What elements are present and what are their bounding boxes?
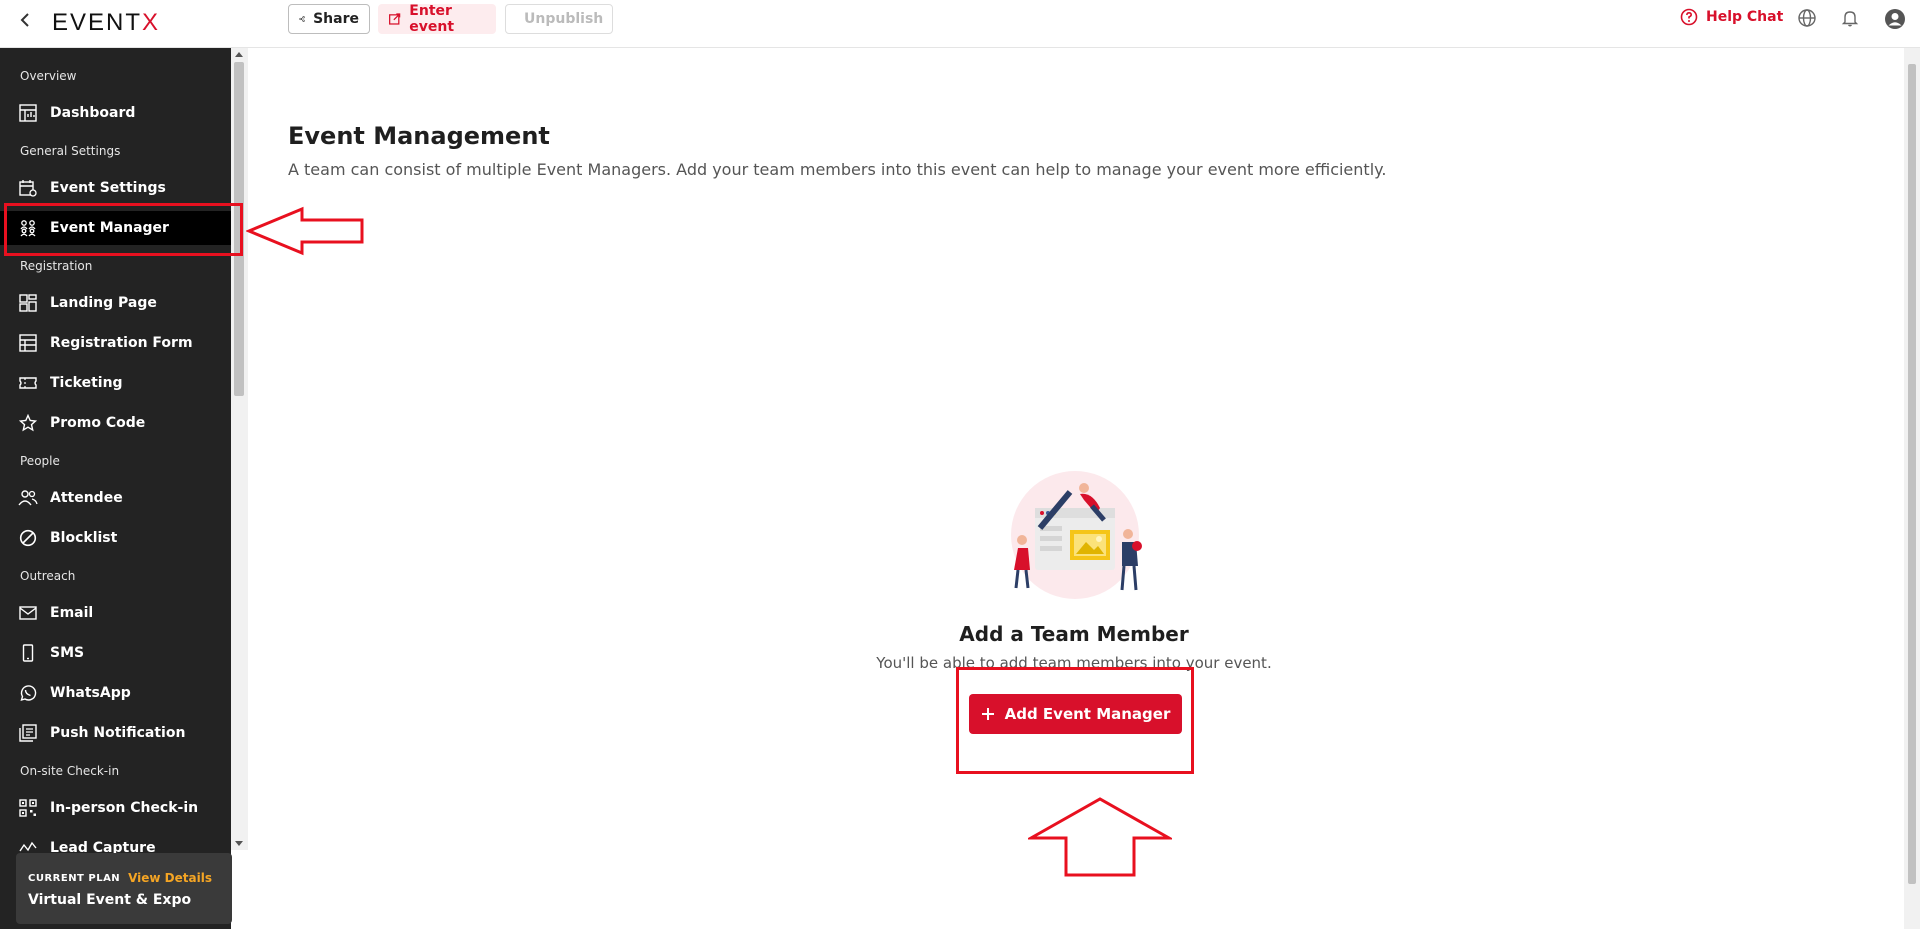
- sidebar-item-ticketing[interactable]: Ticketing: [0, 366, 231, 400]
- left-arrow-annotation: [246, 206, 364, 256]
- sidebar-scrollbar[interactable]: [231, 48, 248, 850]
- sidebar-item-event-settings[interactable]: Event Settings: [0, 171, 231, 205]
- highlight-box-add-button: [956, 667, 1194, 774]
- up-arrow-annotation: [1028, 797, 1172, 877]
- sidebar-item-blocklist[interactable]: Blocklist: [0, 521, 231, 555]
- sidebar-item-label: Registration Form: [50, 335, 193, 351]
- section-registration: Registration: [20, 259, 93, 273]
- push-notification-icon: [18, 723, 38, 743]
- bell-icon[interactable]: [1839, 8, 1861, 30]
- user-avatar-icon[interactable]: [1884, 8, 1906, 30]
- qr-code-icon: [18, 798, 38, 818]
- section-people: People: [20, 454, 60, 468]
- help-chat-button[interactable]: Help Chat: [1680, 8, 1783, 26]
- sidebar-item-label: In-person Check-in: [50, 800, 199, 816]
- team-illustration: [1000, 470, 1150, 600]
- star-icon: [18, 413, 38, 433]
- section-onsite-checkin: On-site Check-in: [20, 764, 120, 778]
- unpublish-label: Unpublish: [524, 11, 604, 27]
- external-link-icon: [389, 13, 401, 25]
- sidebar-item-email[interactable]: Email: [0, 596, 231, 630]
- enter-event-button[interactable]: Enter event: [378, 3, 496, 35]
- sidebar-item-label: Ticketing: [50, 375, 123, 391]
- whatsapp-icon: [18, 683, 38, 703]
- current-plan-card: CURRENT PLAN View Details Virtual Event …: [16, 853, 232, 924]
- sidebar-item-label: Attendee: [50, 490, 123, 506]
- empty-state-title: Add a Team Member: [959, 622, 1189, 646]
- sidebar-item-label: Landing Page: [50, 295, 157, 311]
- page-description: A team can consist of multiple Event Man…: [288, 160, 1387, 179]
- current-plan-label: CURRENT PLAN: [28, 873, 121, 884]
- phone-icon: [18, 643, 38, 663]
- main-scroll-thumb[interactable]: [1908, 64, 1916, 884]
- sidebar-item-whatsapp[interactable]: WhatsApp: [0, 676, 231, 710]
- sidebar-item-label: WhatsApp: [50, 685, 131, 701]
- sidebar-item-label: Dashboard: [50, 105, 136, 121]
- eventx-logo[interactable]: EVENTX: [52, 9, 160, 37]
- sidebar-item-label: SMS: [50, 645, 85, 661]
- sidebar-item-inperson-checkin[interactable]: In-person Check-in: [0, 791, 231, 825]
- top-bar: EVENTX Share Enter event Unpublish Help …: [0, 0, 1920, 48]
- enter-event-label: Enter event: [409, 3, 455, 35]
- sidebar-item-label: Event Settings: [50, 180, 166, 196]
- page-title: Event Management: [288, 122, 550, 150]
- scroll-down-arrow[interactable]: [235, 841, 243, 846]
- section-outreach: Outreach: [20, 569, 76, 583]
- table-icon: [18, 333, 38, 353]
- sidebar-item-attendee[interactable]: Attendee: [0, 481, 231, 515]
- sidebar-item-push-notification[interactable]: Push Notification: [0, 716, 231, 750]
- back-arrow-icon[interactable]: [18, 10, 34, 30]
- sidebar-item-label: Email: [50, 605, 94, 621]
- share-label: Share: [313, 11, 359, 27]
- sidebar-item-promo-code[interactable]: Promo Code: [0, 406, 231, 440]
- highlight-box-event-manager: [4, 203, 243, 256]
- sidebar-item-label: Push Notification: [50, 725, 186, 741]
- help-chat-label: Help Chat: [1706, 9, 1784, 25]
- ticket-icon: [18, 373, 38, 393]
- section-overview: Overview: [20, 69, 77, 83]
- sidebar: Overview Dashboard General Settings Even…: [0, 48, 231, 929]
- main-scrollbar[interactable]: [1904, 48, 1920, 929]
- sidebar-item-label: Promo Code: [50, 415, 146, 431]
- view-details-link[interactable]: View Details: [128, 871, 212, 885]
- layout-icon: [18, 293, 38, 313]
- help-circle-icon: [1680, 8, 1698, 26]
- mail-icon: [18, 603, 38, 623]
- plan-name: Virtual Event & Expo: [28, 892, 192, 908]
- sidebar-item-registration-form[interactable]: Registration Form: [0, 326, 231, 360]
- unpublish-button[interactable]: Unpublish: [505, 4, 613, 34]
- dashboard-icon: [18, 103, 38, 123]
- sidebar-item-landing-page[interactable]: Landing Page: [0, 286, 231, 320]
- share-icon: [299, 16, 305, 22]
- calendar-settings-icon: [18, 178, 38, 198]
- globe-icon[interactable]: [1796, 8, 1818, 30]
- share-button[interactable]: Share: [288, 4, 370, 34]
- section-general-settings: General Settings: [20, 144, 121, 158]
- block-icon: [18, 528, 38, 548]
- sidebar-item-dashboard[interactable]: Dashboard: [0, 96, 231, 130]
- scroll-up-arrow[interactable]: [235, 52, 243, 57]
- sidebar-item-label: Blocklist: [50, 530, 118, 546]
- users-icon: [18, 488, 38, 508]
- sidebar-item-sms[interactable]: SMS: [0, 636, 231, 670]
